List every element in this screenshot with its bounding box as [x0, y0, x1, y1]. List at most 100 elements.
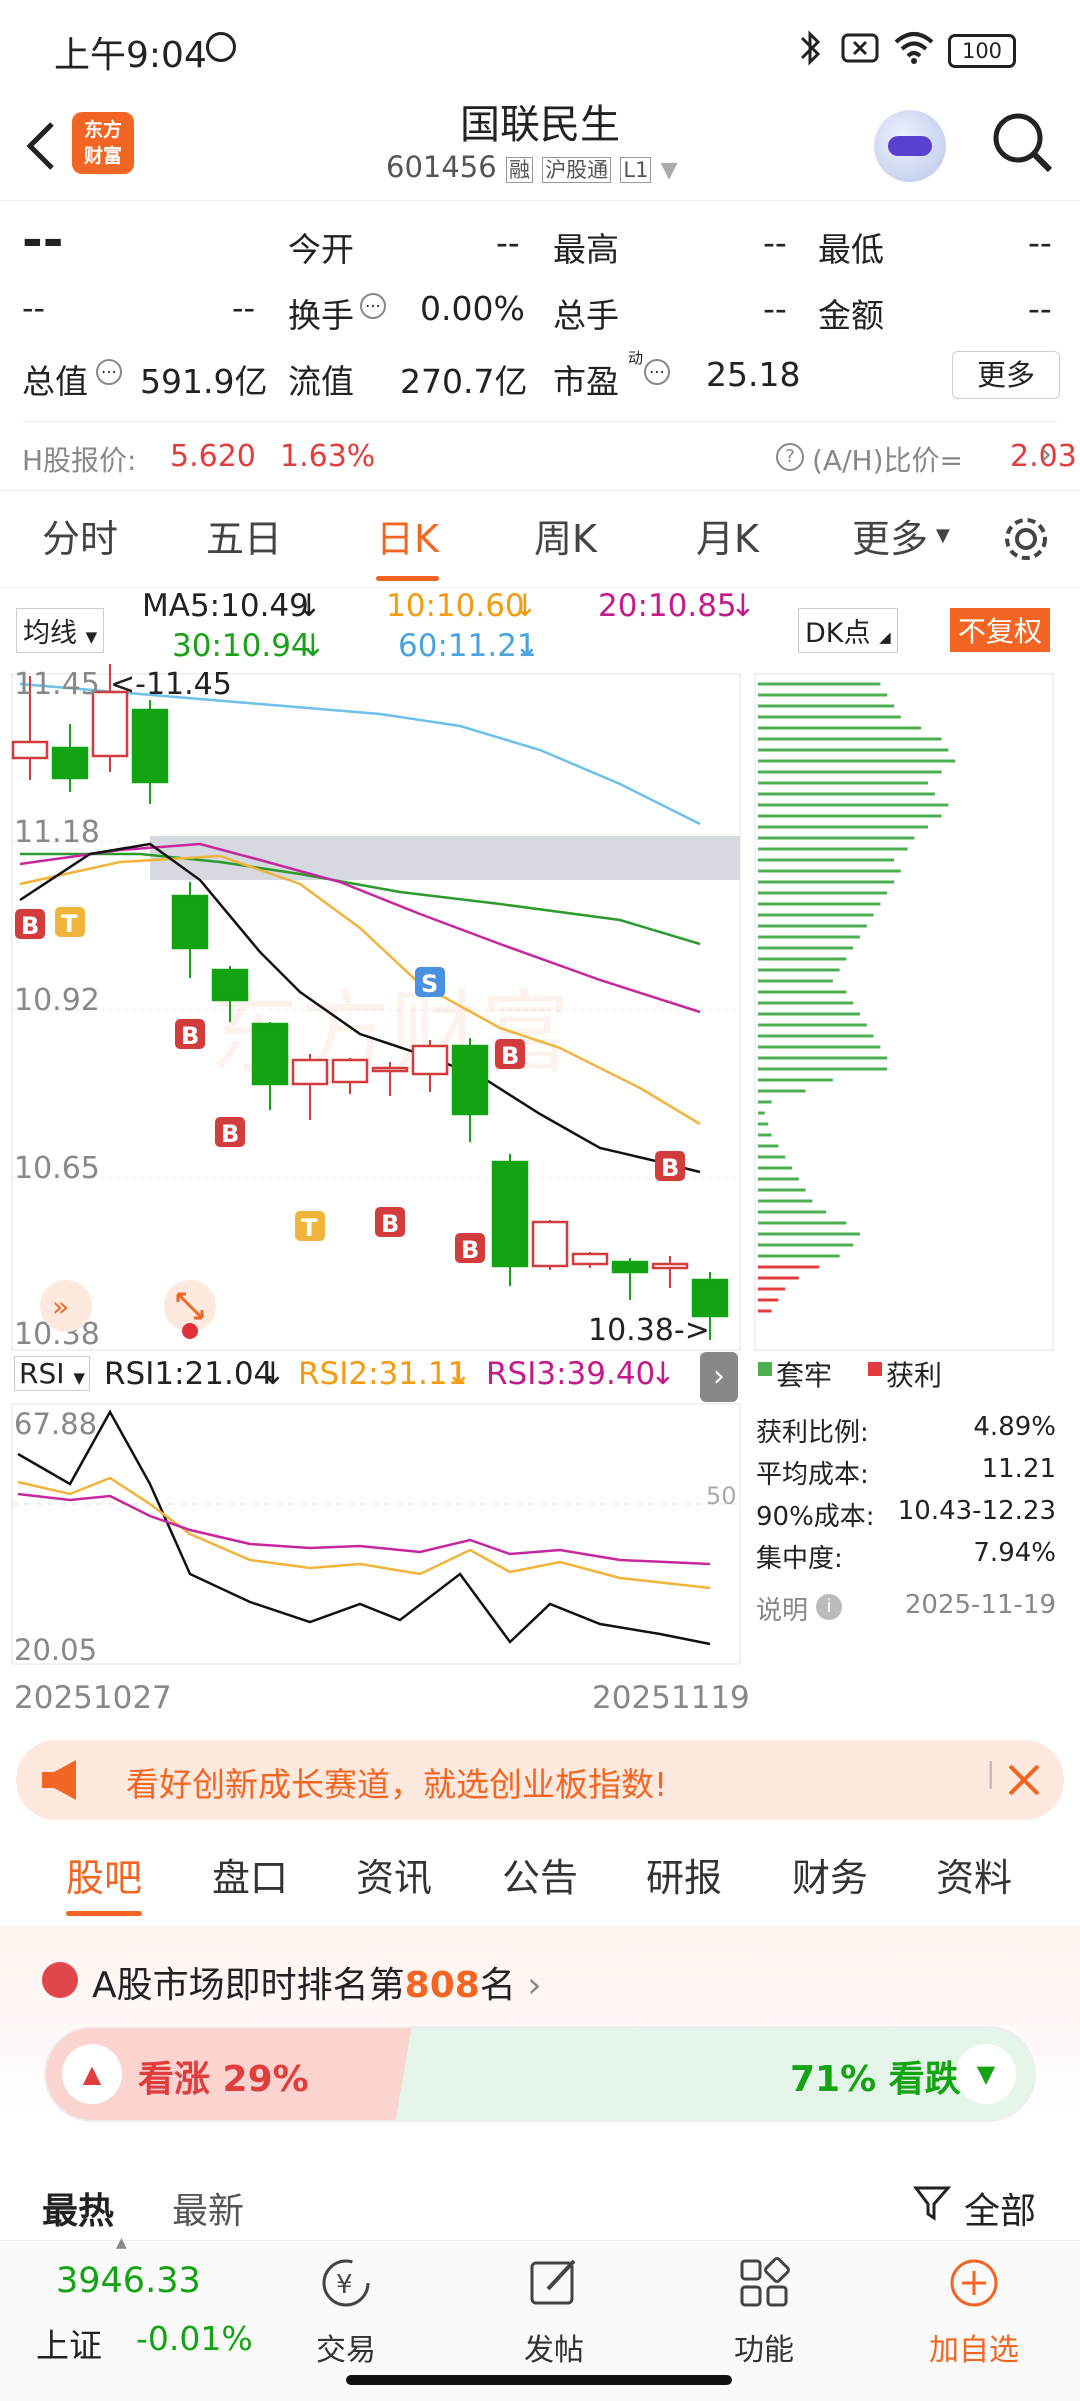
rsi-selector[interactable]: RSI ▼ — [14, 1356, 90, 1391]
chart-tabs: 分时 五日 日K 周K 月K 更多 ▼ — [0, 490, 1080, 588]
nav-trade[interactable]: ¥ 交易 — [286, 2255, 406, 2369]
legend-swatch-profit — [868, 1362, 882, 1376]
svg-text:¥: ¥ — [336, 2270, 353, 2300]
ma10-value: 10:10.60 — [386, 588, 525, 624]
header: 东方 财富 国联民生 601456 融 沪股通 L1 ▼ — [0, 100, 1080, 200]
chip-note-label[interactable]: 说明 — [756, 1590, 808, 1627]
tab-monthly-k[interactable]: 月K — [696, 491, 759, 587]
rsi-legend: RSI ▼ RSI1:21.04 ↓ RSI2:31.11 ↓ RSI3:39.40… — [0, 1352, 750, 1402]
dk-selector[interactable]: DK点 ◢ — [798, 608, 898, 653]
assistant-avatar[interactable] — [874, 110, 946, 182]
marker-label: B — [461, 1236, 479, 1264]
pe-label: 市盈 — [553, 362, 619, 401]
gear-icon[interactable] — [1000, 513, 1052, 565]
nav-post[interactable]: 发帖 — [494, 2255, 614, 2369]
rsi-line — [17, 1409, 711, 1646]
tab-forum[interactable]: 股吧 — [66, 1830, 143, 1926]
tab-research[interactable]: 研报 — [646, 1830, 722, 1926]
chip-date: 2025-11-19 — [904, 1590, 1056, 1620]
candle-body — [691, 1278, 729, 1318]
nav-add-watchlist[interactable]: 加自选 — [914, 2255, 1034, 2369]
open-label: 今开 — [288, 230, 354, 269]
chip-frame — [754, 673, 1054, 1351]
tab-financials[interactable]: 财务 — [792, 1830, 868, 1926]
tag-level: L1 — [620, 157, 652, 183]
chip-row-value: 10.43-12.23 — [897, 1496, 1056, 1526]
y-label-3: 10.92 — [14, 983, 100, 1018]
filter-icon — [913, 2186, 952, 2221]
chip-stats: 套牢 获利 获利比例: 4.89% 平均成本: 11.21 90%成本: 10.… — [756, 1354, 1056, 1734]
candle-body — [651, 1262, 689, 1270]
volume-label: 总手 — [553, 296, 619, 335]
more-button[interactable]: 更多 — [952, 351, 1060, 399]
sort-hot[interactable]: 最热 — [42, 2182, 114, 2234]
alarm-icon — [206, 32, 236, 62]
tab-daily-k[interactable]: 日K — [376, 491, 439, 587]
candle-body — [491, 1160, 529, 1268]
arrow-down-icon: ↓ — [446, 1356, 472, 1392]
sentiment-card: A股市场即时排名第808名 › ▲ 看涨 29% 71% 看跌 ▼ — [0, 1926, 1080, 2136]
ad-banner[interactable]: 看好创新成长赛道，就选创业板指数! | — [16, 1740, 1064, 1820]
help-icon[interactable]: ? — [776, 443, 804, 471]
h-share-label: H股报价: — [22, 444, 137, 477]
pe-sup: 动 — [628, 349, 644, 367]
marker-label: B — [21, 912, 39, 940]
tab-news[interactable]: 资讯 — [356, 1830, 432, 1926]
vote-up-button[interactable]: ▲ — [62, 2044, 122, 2104]
tab-weekly-k[interactable]: 周K — [534, 491, 597, 587]
tab-intraday[interactable]: 分时 — [42, 491, 118, 587]
stock-code-row[interactable]: 601456 融 沪股通 L1 ▼ — [386, 150, 678, 184]
content-tabs: 股吧 盘口 资讯 公告 研报 财务 资料 — [0, 1830, 1080, 1926]
ah-ratio-label: (A/H)比价= — [812, 444, 963, 477]
tab-more[interactable]: 更多 — [852, 491, 928, 587]
info-icon[interactable]: ⋯ — [96, 359, 122, 385]
nav-add-label: 加自选 — [929, 2333, 1019, 2368]
tab-profile[interactable]: 资料 — [936, 1830, 1012, 1926]
adjust-button[interactable]: 不复权 — [950, 608, 1051, 652]
collapse-panel-button[interactable]: › — [700, 1352, 738, 1402]
marker-label: T — [61, 910, 78, 938]
info-icon[interactable]: ⋯ — [360, 293, 386, 319]
filter-all[interactable]: 全部 — [964, 2182, 1036, 2234]
rank-suffix: 名 — [479, 1965, 516, 2006]
chevron-down-icon: ▼ — [85, 628, 98, 646]
caret-up-icon: ▲ — [116, 2235, 127, 2251]
search-icon[interactable] — [988, 108, 1058, 178]
index-value[interactable]: 3946.33 — [56, 2261, 201, 2301]
nav-function-label: 功能 — [734, 2333, 794, 2368]
chip-row-value: 4.89% — [973, 1412, 1056, 1442]
rsi-mid-label: 50 — [706, 1482, 737, 1510]
tab-five-day[interactable]: 五日 — [206, 491, 282, 587]
tab-announcements[interactable]: 公告 — [502, 1830, 578, 1926]
vote-down-button[interactable]: ▼ — [956, 2044, 1016, 2104]
arrow-down-icon: ↓ — [650, 1356, 676, 1392]
marker-label: B — [501, 1042, 519, 1070]
candle-body — [371, 1066, 409, 1073]
price-change: -- — [22, 289, 46, 327]
rank-text[interactable]: A股市场即时排名第808名 › — [92, 1956, 542, 2008]
candle-body — [531, 1220, 569, 1268]
candle-body — [51, 746, 89, 780]
nav-function[interactable]: 功能 — [704, 2255, 824, 2369]
tag-hgt: 沪股通 — [542, 157, 612, 183]
ma-selector[interactable]: 均线 ▼ — [16, 608, 105, 653]
pe-value: 25.18 — [706, 355, 801, 394]
marker-label: B — [381, 1210, 399, 1238]
info-icon[interactable]: i — [816, 1594, 842, 1620]
marker-label: B — [221, 1120, 239, 1148]
marker-label: T — [301, 1214, 318, 1242]
chip-row-label: 集中度: — [756, 1544, 843, 1574]
rank-icon — [42, 1962, 78, 1998]
rsi-frame — [11, 1403, 741, 1665]
chip-row-value: 7.94% — [973, 1538, 1056, 1568]
close-icon[interactable] — [1006, 1762, 1042, 1798]
amount-label: 金额 — [818, 296, 884, 335]
info-icon[interactable]: ⋯ — [644, 359, 670, 385]
tab-order-book[interactable]: 盘口 — [212, 1830, 288, 1926]
rsi-top-label: 67.88 — [14, 1407, 97, 1441]
legend-profit: 获利 — [886, 1359, 943, 1392]
bluetooth-icon — [800, 30, 821, 66]
dk-zone — [150, 836, 740, 880]
sort-new[interactable]: 最新 — [172, 2182, 244, 2234]
float-value: 270.7亿 — [400, 362, 528, 401]
